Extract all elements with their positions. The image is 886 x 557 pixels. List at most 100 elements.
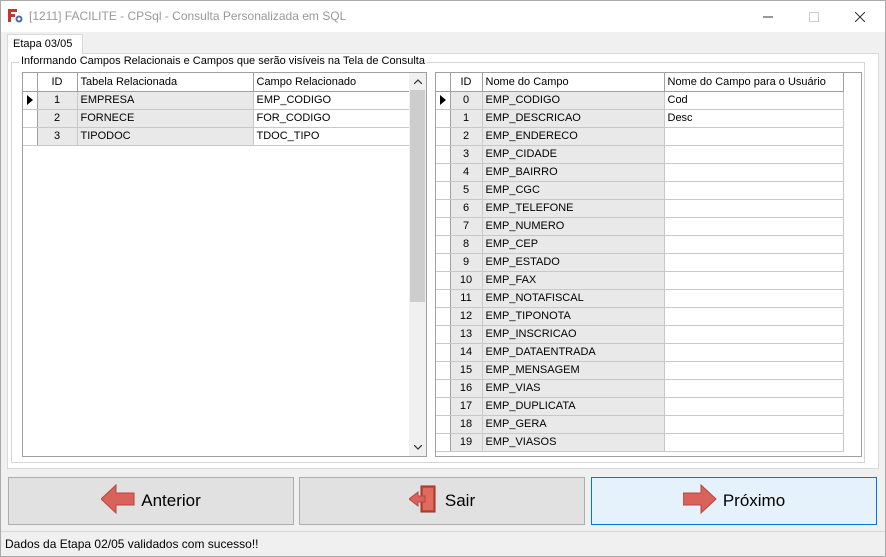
cell-field-name[interactable]: EMP_VIAS <box>482 379 665 398</box>
cell-field-name[interactable]: EMP_MENSAGEM <box>482 361 665 380</box>
relations-grid[interactable]: ID Tabela Relacionada Campo Relacionado … <box>22 72 427 457</box>
table-row[interactable]: 0 EMP_CODIGO Cod <box>436 91 844 110</box>
cell-field[interactable]: EMP_CODIGO <box>253 91 410 110</box>
scroll-up-button[interactable] <box>409 73 426 90</box>
facilite-app-icon[interactable] <box>7 8 23 24</box>
cell-field-name[interactable]: EMP_NUMERO <box>482 217 665 236</box>
cell-field-name[interactable]: EMP_DATAENTRADA <box>482 343 665 362</box>
cell-id: 15 <box>450 361 483 380</box>
cell-field-name[interactable]: EMP_FAX <box>482 271 665 290</box>
cell-user-name[interactable] <box>664 343 844 362</box>
cell-user-name[interactable] <box>664 397 844 416</box>
table-row[interactable]: 4 EMP_BAIRRO <box>436 163 844 182</box>
cell-id: 8 <box>450 235 483 254</box>
table-row[interactable]: 15 EMP_MENSAGEM <box>436 361 844 380</box>
cell-table[interactable]: EMPRESA <box>77 91 254 110</box>
cell-field-name[interactable]: EMP_VIASOS <box>482 433 665 452</box>
table-row[interactable]: 9 EMP_ESTADO <box>436 253 844 272</box>
table-row[interactable]: 2 FORNECE FOR_CODIGO <box>23 109 410 128</box>
cell-user-name[interactable] <box>664 271 844 290</box>
next-label: Próximo <box>722 491 786 510</box>
fields-grid[interactable]: ID Nome do Campo Nome do Campo para o Us… <box>435 72 862 457</box>
previous-button[interactable]: Anterior <box>8 477 294 525</box>
table-row[interactable]: 18 EMP_GERA <box>436 415 844 434</box>
table-row[interactable]: 3 TIPODOC TDOC_TIPO <box>23 127 410 146</box>
table-row[interactable]: 8 EMP_CEP <box>436 235 844 254</box>
scroll-thumb[interactable] <box>410 90 425 302</box>
cell-field-name[interactable]: EMP_DUPLICATA <box>482 397 665 416</box>
cell-field-name[interactable]: EMP_CODIGO <box>482 91 665 110</box>
table-row[interactable]: 14 EMP_DATAENTRADA <box>436 343 844 362</box>
table-row[interactable]: 1 EMPRESA EMP_CODIGO <box>23 91 410 110</box>
tab-etapa[interactable]: Etapa 03/05 <box>7 34 83 54</box>
col-header-id[interactable]: ID <box>450 73 483 92</box>
cell-field-name[interactable]: EMP_ENDERECO <box>482 127 665 146</box>
cell-field-name[interactable]: EMP_ESTADO <box>482 253 665 272</box>
cell-field-name[interactable]: EMP_CIDADE <box>482 145 665 164</box>
cell-field[interactable]: FOR_CODIGO <box>253 109 410 128</box>
table-row[interactable]: 7 EMP_NUMERO <box>436 217 844 236</box>
table-row[interactable]: 17 EMP_DUPLICATA <box>436 397 844 416</box>
cell-field-name[interactable]: EMP_NOTAFISCAL <box>482 289 665 308</box>
exit-label: Sair <box>444 491 476 510</box>
table-row[interactable]: 12 EMP_TIPONOTA <box>436 307 844 326</box>
table-row[interactable]: 13 EMP_INSCRICAO <box>436 325 844 344</box>
table-row[interactable]: 3 EMP_CIDADE <box>436 145 844 164</box>
col-header-user-name[interactable]: Nome do Campo para o Usuário <box>664 73 844 92</box>
cell-user-name[interactable] <box>664 307 844 326</box>
cell-field-name[interactable]: EMP_TIPONOTA <box>482 307 665 326</box>
cell-field-name[interactable]: EMP_DESCRICAO <box>482 109 665 128</box>
cell-field-name[interactable]: EMP_CEP <box>482 235 665 254</box>
cell-field-name[interactable]: EMP_TELEFONE <box>482 199 665 218</box>
table-row[interactable]: 2 EMP_ENDERECO <box>436 127 844 146</box>
row-indicator <box>436 343 451 362</box>
next-button[interactable]: Próximo <box>591 477 877 525</box>
table-row[interactable]: 1 EMP_DESCRICAO Desc <box>436 109 844 128</box>
relations-scrollbar[interactable] <box>409 73 426 456</box>
col-header-id[interactable]: ID <box>37 73 78 92</box>
table-row[interactable]: 6 EMP_TELEFONE <box>436 199 844 218</box>
table-row[interactable]: 11 EMP_NOTAFISCAL <box>436 289 844 308</box>
col-header-field-name[interactable]: Nome do Campo <box>482 73 665 92</box>
exit-door-icon <box>408 484 439 519</box>
minimize-button[interactable] <box>745 1 791 32</box>
cell-field[interactable]: TDOC_TIPO <box>253 127 410 146</box>
cell-user-name[interactable] <box>664 415 844 434</box>
close-button[interactable] <box>837 1 883 32</box>
cell-user-name[interactable] <box>664 145 844 164</box>
cell-user-name[interactable] <box>664 433 844 452</box>
cell-user-name[interactable] <box>664 289 844 308</box>
cell-user-name[interactable] <box>664 379 844 398</box>
cell-user-name[interactable] <box>664 253 844 272</box>
maximize-icon <box>809 11 819 22</box>
cell-user-name[interactable] <box>664 127 844 146</box>
table-row[interactable]: 19 EMP_VIASOS <box>436 433 844 452</box>
maximize-button[interactable] <box>791 1 837 32</box>
cell-user-name[interactable] <box>664 325 844 344</box>
cell-user-name[interactable] <box>664 199 844 218</box>
cell-user-name[interactable]: Desc <box>664 109 844 128</box>
col-header-table[interactable]: Tabela Relacionada <box>77 73 254 92</box>
scroll-down-button[interactable] <box>409 439 426 456</box>
cell-field-name[interactable]: EMP_BAIRRO <box>482 163 665 182</box>
cell-user-name[interactable] <box>664 163 844 182</box>
table-row[interactable]: 5 EMP_CGC <box>436 181 844 200</box>
cell-table[interactable]: TIPODOC <box>77 127 254 146</box>
exit-button[interactable]: Sair <box>299 477 585 525</box>
cell-field-name[interactable]: EMP_CGC <box>482 181 665 200</box>
col-header-field[interactable]: Campo Relacionado <box>253 73 410 92</box>
cell-user-name[interactable] <box>664 217 844 236</box>
cell-id: 7 <box>450 217 483 236</box>
cell-user-name[interactable]: Cod <box>664 91 844 110</box>
grid-header: ID Tabela Relacionada Campo Relacionado <box>23 73 410 92</box>
table-row[interactable]: 16 EMP_VIAS <box>436 379 844 398</box>
cell-table[interactable]: FORNECE <box>77 109 254 128</box>
cell-user-name[interactable] <box>664 235 844 254</box>
cell-field-name[interactable]: EMP_GERA <box>482 415 665 434</box>
cell-field-name[interactable]: EMP_INSCRICAO <box>482 325 665 344</box>
cell-user-name[interactable] <box>664 361 844 380</box>
table-row[interactable]: 10 EMP_FAX <box>436 271 844 290</box>
row-indicator <box>436 145 451 164</box>
cell-user-name[interactable] <box>664 181 844 200</box>
title-bar: [1211] FACILITE - CPSql - Consulta Perso… <box>1 1 885 32</box>
